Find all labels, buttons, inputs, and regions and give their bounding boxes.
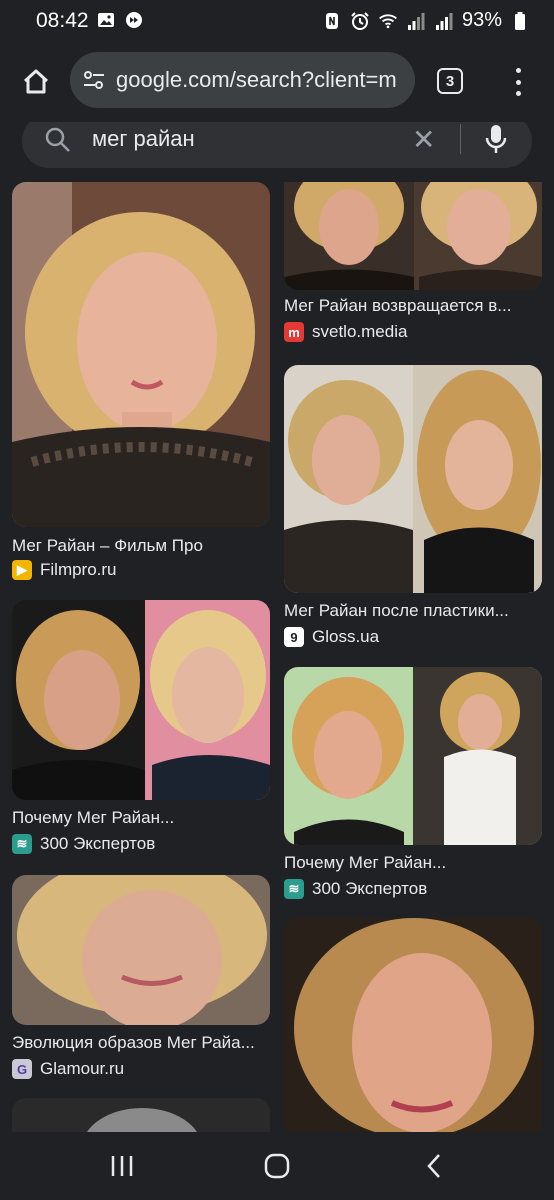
clear-icon[interactable]: ✕ (412, 126, 435, 154)
nfc-icon (322, 11, 342, 31)
search-box[interactable]: мег райан ✕ (22, 122, 532, 168)
result-caption[interactable]: Мег Райан возвращается в... (284, 296, 542, 316)
divider (460, 124, 461, 154)
tab-switcher-button[interactable]: 3 (437, 68, 463, 94)
favicon-icon: ≋ (284, 879, 304, 899)
result-caption[interactable]: Почему Мег Райан... (284, 853, 542, 873)
result-source[interactable]: m svetlo.media (284, 322, 407, 342)
result-image[interactable] (12, 182, 270, 527)
result-card[interactable]: Почему Мег Райан... ≋ 300 Экспертов (12, 600, 270, 860)
status-time: 08:42 (36, 9, 89, 32)
result-source[interactable]: G Glamour.ru (12, 1059, 124, 1079)
signal-icon (434, 11, 454, 31)
result-card[interactable]: Мег Райан возвращается в... m svetlo.med… (284, 182, 542, 352)
url-text[interactable]: google.com/search?client=m (116, 67, 406, 93)
result-caption[interactable]: Эволюция образов Мег Райа... (12, 1033, 270, 1053)
result-source-name: Filmpro.ru (40, 560, 117, 579)
gallery-icon (96, 10, 116, 30)
result-caption[interactable]: Почему Мег Райан... (12, 808, 270, 828)
back-icon (427, 1154, 440, 1178)
result-image[interactable] (12, 600, 270, 800)
alarm-icon (350, 11, 370, 31)
back-button[interactable] (414, 1150, 454, 1182)
search-input[interactable]: мег райан (92, 126, 195, 152)
recents-icon (111, 1156, 133, 1176)
favicon-icon: m (284, 322, 304, 342)
home-nav-button[interactable] (257, 1150, 297, 1182)
menu-icon[interactable] (510, 68, 526, 96)
url-bar[interactable]: google.com/search?client=m (70, 52, 415, 108)
result-card[interactable]: Эволюция образов Мег Райа... G Glamour.r… (12, 875, 270, 1085)
battery-percent: 93% (461, 9, 502, 31)
mic-icon[interactable] (484, 122, 508, 161)
result-image[interactable] (284, 918, 542, 1132)
result-image[interactable] (12, 875, 270, 1025)
result-image[interactable] (12, 1098, 270, 1132)
result-source-name: 300 Экспертов (312, 879, 428, 898)
result-card[interactable] (12, 1098, 270, 1132)
result-source[interactable]: ≋ 300 Экспертов (284, 879, 427, 899)
result-card[interactable]: Мег Райан – Фильм Про ▶ Filmpro.ru (12, 182, 270, 587)
result-source-name: Glamour.ru (40, 1059, 125, 1078)
site-settings-icon[interactable] (82, 69, 106, 96)
battery-icon (510, 11, 530, 31)
signal-icon (406, 11, 426, 31)
result-image[interactable] (284, 667, 542, 845)
browser-toolbar: google.com/search?client=m 3 (0, 40, 554, 122)
home-circle-icon (264, 1153, 290, 1179)
favicon-icon: 9 (284, 627, 304, 647)
result-card[interactable]: Почему Мег Райан... ≋ 300 Экспертов (284, 667, 542, 902)
result-source[interactable]: 9 Gloss.ua (284, 627, 379, 647)
home-icon (23, 69, 49, 94)
search-results: мег райан ✕ Мег Райан – Фильм Про ▶ Film… (0, 122, 554, 1132)
result-caption[interactable]: Мег Райан после пластики... (284, 601, 542, 621)
favicon-icon: ▶ (12, 560, 32, 580)
result-image[interactable] (284, 365, 542, 593)
status-bar: 08:42 93% (0, 0, 554, 40)
result-caption[interactable]: Мег Райан – Фильм Про (12, 536, 270, 556)
result-source-name: svetlo.media (312, 322, 408, 341)
system-nav-bar (0, 1132, 554, 1200)
search-icon (44, 126, 72, 159)
result-source-name: 300 Экспертов (40, 834, 156, 853)
result-card[interactable] (284, 918, 542, 1132)
home-button[interactable] (16, 62, 56, 102)
result-image[interactable] (284, 182, 542, 290)
result-card[interactable]: Мег Райан после пластики... 9 Gloss.ua (284, 365, 542, 655)
result-source[interactable]: ▶ Filmpro.ru (12, 560, 117, 580)
wifi-icon (378, 11, 398, 31)
recents-button[interactable] (102, 1150, 142, 1182)
media-icon (124, 10, 144, 30)
favicon-icon: ≋ (12, 834, 32, 854)
result-source[interactable]: ≋ 300 Экспертов (12, 834, 155, 854)
result-source-name: Gloss.ua (312, 627, 380, 646)
favicon-icon: G (12, 1059, 32, 1079)
